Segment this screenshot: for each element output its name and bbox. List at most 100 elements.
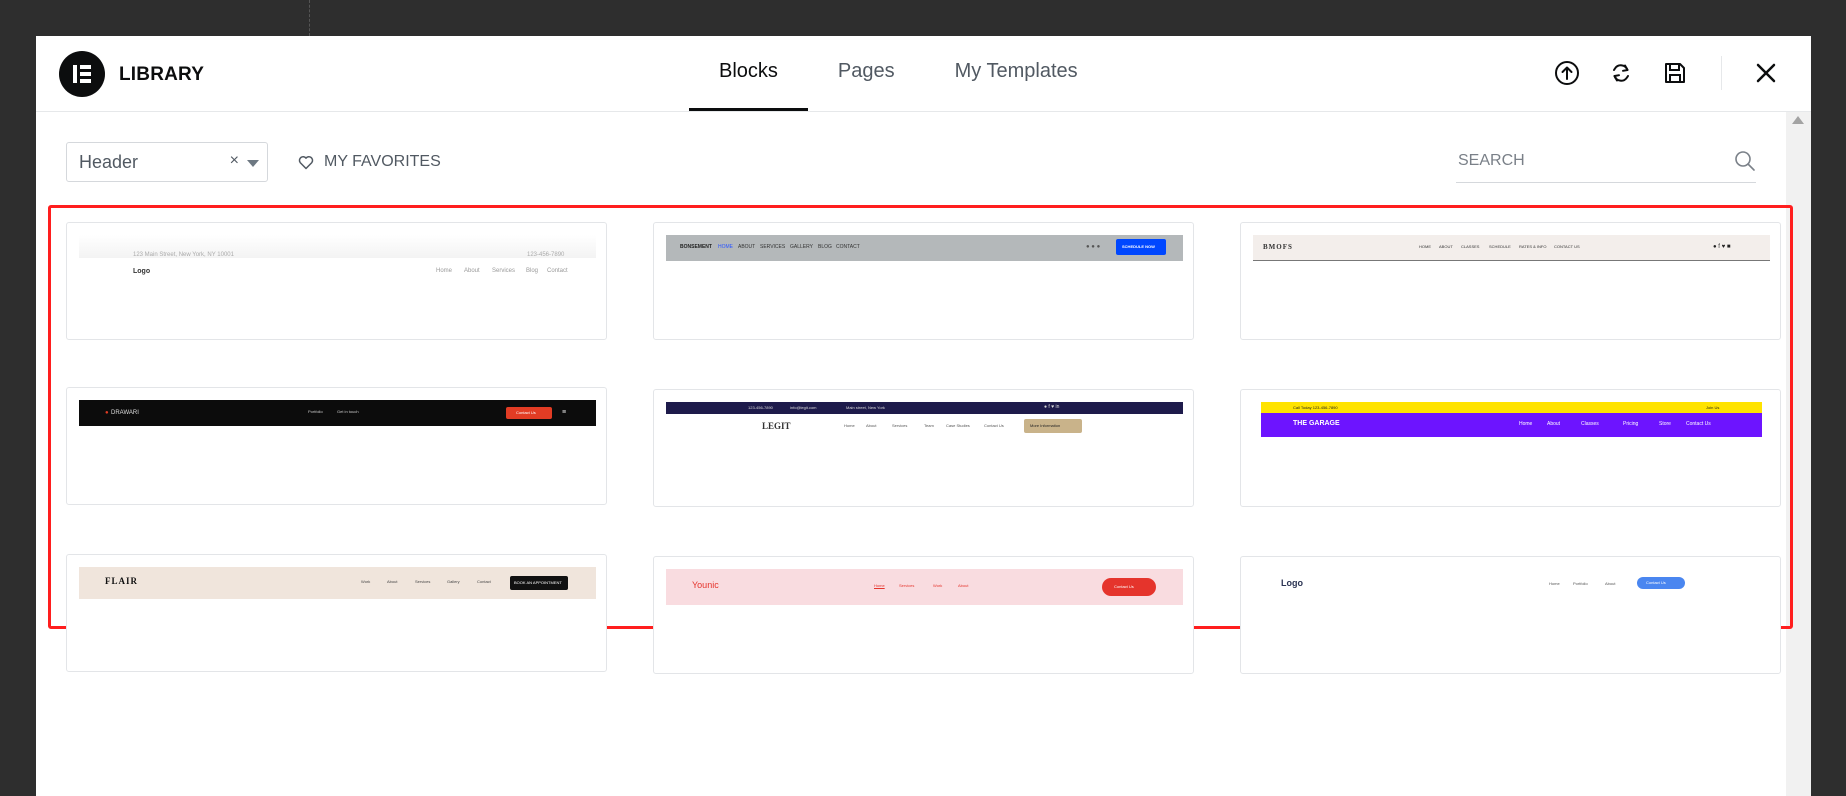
heart-icon (298, 155, 314, 169)
template-card[interactable]: BMOFS HOME ABOUT CLASSES SCHEDULE RATES … (1240, 222, 1781, 340)
chevron-down-icon[interactable] (247, 160, 259, 167)
preview-nav-item: Work (933, 583, 943, 588)
preview-topbar-right: Join Us (1706, 405, 1720, 410)
close-icon[interactable] (1751, 58, 1781, 88)
preview-nav-item: ABOUT (1439, 244, 1453, 249)
preview-nav-item: Store (1659, 421, 1671, 427)
preview-logo: BONSEMENT (680, 244, 712, 250)
preview-nav-item: Services (892, 423, 908, 428)
scroll-up-arrow-icon[interactable] (1792, 116, 1804, 124)
preview-nav-item: Home (1549, 581, 1560, 586)
template-preview: Logo Home Portfolio About Contact Us (1253, 575, 1770, 605)
preview-nav-item: Get in touch (337, 409, 359, 414)
preview-button-label: BOOK AN APPOINTMENT (514, 580, 562, 585)
modal-header: LIBRARY Blocks Pages My Templates (36, 36, 1811, 112)
library-modal: LIBRARY Blocks Pages My Templates Header… (36, 36, 1811, 796)
template-card[interactable]: 123-456-7890 info@legit.com Main street,… (653, 389, 1194, 507)
template-preview: BONSEMENT HOME ABOUT SERVICES GALLERY BL… (666, 235, 1183, 261)
preview-nav-item: Gallery (447, 579, 460, 584)
preview-nav-item: Portfolio (1573, 581, 1588, 586)
preview-nav-item: Contact (477, 579, 491, 584)
preview-nav-item: SCHEDULE (1489, 244, 1511, 249)
background-divider (309, 0, 310, 36)
preview-nav-item: About (387, 579, 398, 584)
tab-blocks[interactable]: Blocks (689, 36, 808, 111)
search-input[interactable] (1456, 142, 1720, 180)
category-select-value: Header (79, 151, 139, 172)
preview-nav-item: ABOUT (738, 244, 756, 250)
preview-button-label: Contact Us (1646, 580, 1666, 585)
template-preview: 123 Main Street, New York, NY 10001 123-… (79, 235, 596, 275)
preview-nav-item: Services (415, 579, 431, 584)
preview-topbar (666, 402, 1183, 414)
preview-nav-item: About (866, 423, 877, 428)
template-card[interactable]: Logo Home Portfolio About Contact Us (1240, 556, 1781, 674)
preview-logo: FLAIR (105, 576, 139, 586)
preview-logo: Younic (692, 580, 719, 590)
search-icon[interactable] (1734, 150, 1756, 177)
template-preview: Younic Home Services Work About Contact … (666, 569, 1183, 605)
library-title: LIBRARY (119, 64, 205, 85)
template-card[interactable]: BONSEMENT HOME ABOUT SERVICES GALLERY BL… (653, 222, 1194, 340)
preview-nav-item: Blog (526, 268, 539, 274)
template-card[interactable]: 123 Main Street, New York, NY 10001 123-… (66, 222, 607, 340)
clear-selection-icon[interactable]: × (230, 152, 239, 170)
preview-nav-item: Pricing (1623, 421, 1639, 427)
tab-my-templates[interactable]: My Templates (925, 36, 1108, 111)
template-card[interactable]: Call Today 123-456-7890 Join Us THE GARA… (1240, 389, 1781, 507)
preview-button-label: Contact Us (516, 410, 536, 415)
preview-logo: BMOFS (1263, 243, 1293, 251)
preview-nav-item: About (1547, 421, 1561, 427)
preview-nav-item: Home (436, 268, 453, 274)
preview-logo: Logo (1281, 578, 1303, 588)
preview-button: Contact Us (1637, 577, 1685, 589)
preview-logo: THE GARAGE (1293, 420, 1340, 427)
preview-button-label: SCHEDULE NOW (1122, 244, 1155, 249)
tab-blocks-label: Blocks (719, 60, 778, 82)
preview-nav-item: CONTACT (836, 244, 860, 250)
preview-button-label: Contact Us (1114, 584, 1134, 589)
preview-nav-item: Contact Us (984, 423, 1004, 428)
social-icons: ● f ♥ ■ (1713, 244, 1731, 250)
preview-nav-item: About (1605, 581, 1616, 586)
preview-nav-item: Services (492, 268, 516, 274)
preview-nav-item: RATES & INFO (1519, 244, 1547, 249)
preview-nav-item: Work (361, 579, 371, 584)
preview-button: Contact Us (1102, 578, 1156, 596)
template-card[interactable]: FLAIR Work About Services Gallery Contac… (66, 554, 607, 672)
preview-nav-item: Team (924, 423, 934, 428)
template-preview: ● DRAWARI Portfolio Get in touch Contact… (79, 400, 596, 426)
my-favorites-filter[interactable]: MY FAVORITES (298, 142, 441, 182)
preview-nav-item: Home (874, 583, 885, 588)
preview-logo-mark: ● (105, 410, 109, 416)
preview-nav-item: Contact (547, 268, 568, 274)
preview-nav-item: Classes (1581, 421, 1599, 427)
preview-nav-item: About (958, 583, 969, 588)
filter-toolbar: Header × MY FAVORITES (66, 142, 1756, 184)
preview-nav-item: Contact Us (1686, 421, 1711, 427)
sync-icon[interactable] (1606, 58, 1636, 88)
menu-icon: ≡ (562, 409, 567, 416)
save-icon[interactable] (1660, 58, 1690, 88)
template-preview: FLAIR Work About Services Gallery Contac… (79, 567, 596, 599)
template-card[interactable]: ● DRAWARI Portfolio Get in touch Contact… (66, 387, 607, 505)
tab-pages[interactable]: Pages (808, 36, 925, 111)
preview-phone: 123-456-7890 (527, 252, 565, 258)
upload-icon[interactable] (1552, 58, 1582, 88)
elementor-logo-icon (59, 51, 105, 97)
preview-logo: DRAWARI (111, 410, 139, 416)
category-select[interactable]: Header × (66, 142, 268, 182)
preview-nav-item: SERVICES (760, 244, 786, 250)
preview-topbar-item: 123-456-7890 (748, 405, 773, 410)
template-preview: 123-456-7890 info@legit.com Main street,… (666, 402, 1183, 442)
preview-nav-item: CONTACT US (1554, 244, 1580, 249)
tab-my-templates-label: My Templates (954, 60, 1078, 82)
preview-nav-item: CLASSES (1461, 244, 1480, 249)
preview-button: SCHEDULE NOW (1116, 239, 1166, 255)
header-separator (1721, 56, 1722, 90)
preview-nav-item: Home (1519, 421, 1533, 427)
preview-nav-item: BLOG (818, 244, 832, 250)
preview-nav-item: Services (899, 583, 915, 588)
preview-button: BOOK AN APPOINTMENT (510, 576, 568, 590)
template-card[interactable]: Younic Home Services Work About Contact … (653, 556, 1194, 674)
